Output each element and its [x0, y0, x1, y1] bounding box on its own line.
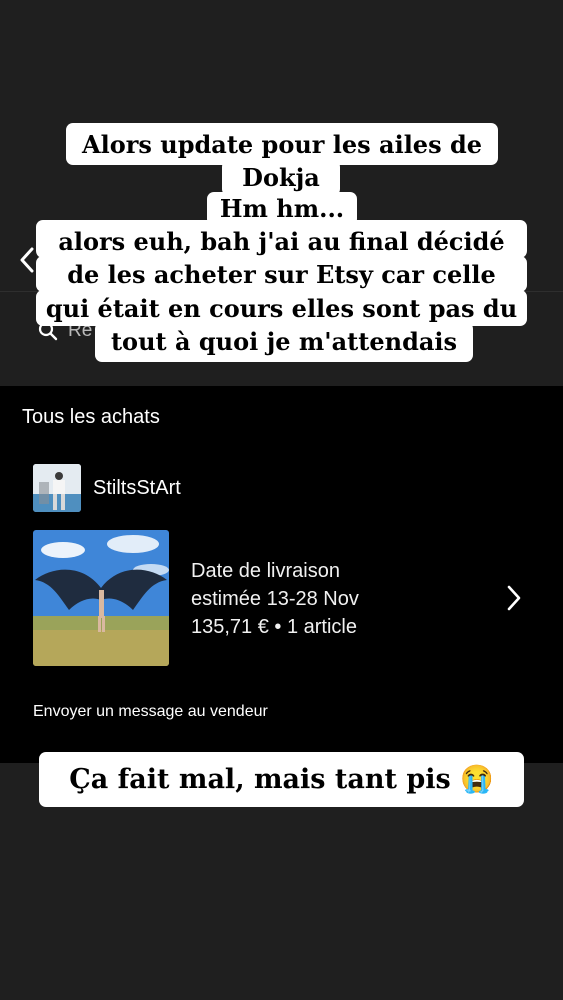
caption-line-1: Alors update pour les ailes de — [66, 123, 498, 165]
order-thumbnail[interactable] — [33, 530, 169, 666]
caption-line-5: de les acheter sur Etsy car celle — [36, 256, 527, 292]
caption-bottom: Ça fait mal, mais tant pis 😭 — [39, 752, 524, 807]
section-title: Tous les achats — [22, 406, 160, 428]
shop-name[interactable]: StiltsStArt — [93, 477, 181, 500]
caption-line-4: alors euh, bah j'ai au final décidé — [36, 220, 527, 258]
caption-line-6: qui était en cours elles sont pas du — [36, 290, 527, 326]
caption-line-7: tout à quoi je m'attendais — [95, 322, 473, 362]
order-price: 135,71 € • 1 article — [191, 616, 357, 638]
delivery-label: Date de livraison — [191, 560, 340, 582]
shop-avatar[interactable] — [33, 464, 81, 512]
order-details[interactable]: Date de livraison estimée 13-28 Nov 135,… — [191, 557, 359, 641]
open-order-button[interactable] — [500, 582, 528, 614]
delivery-dates: estimée 13-28 Nov — [191, 588, 359, 610]
wings-photo — [33, 530, 169, 666]
caption-line-2: Dokja — [222, 160, 340, 196]
message-seller-link[interactable]: Envoyer un message au vendeur — [33, 703, 268, 721]
shop-avatar-image — [33, 464, 81, 512]
chevron-right-icon — [507, 585, 521, 611]
order-history-screen: Re Tous les achats StiltsStArt Date de l… — [0, 0, 563, 1000]
chevron-left-icon — [20, 247, 34, 273]
